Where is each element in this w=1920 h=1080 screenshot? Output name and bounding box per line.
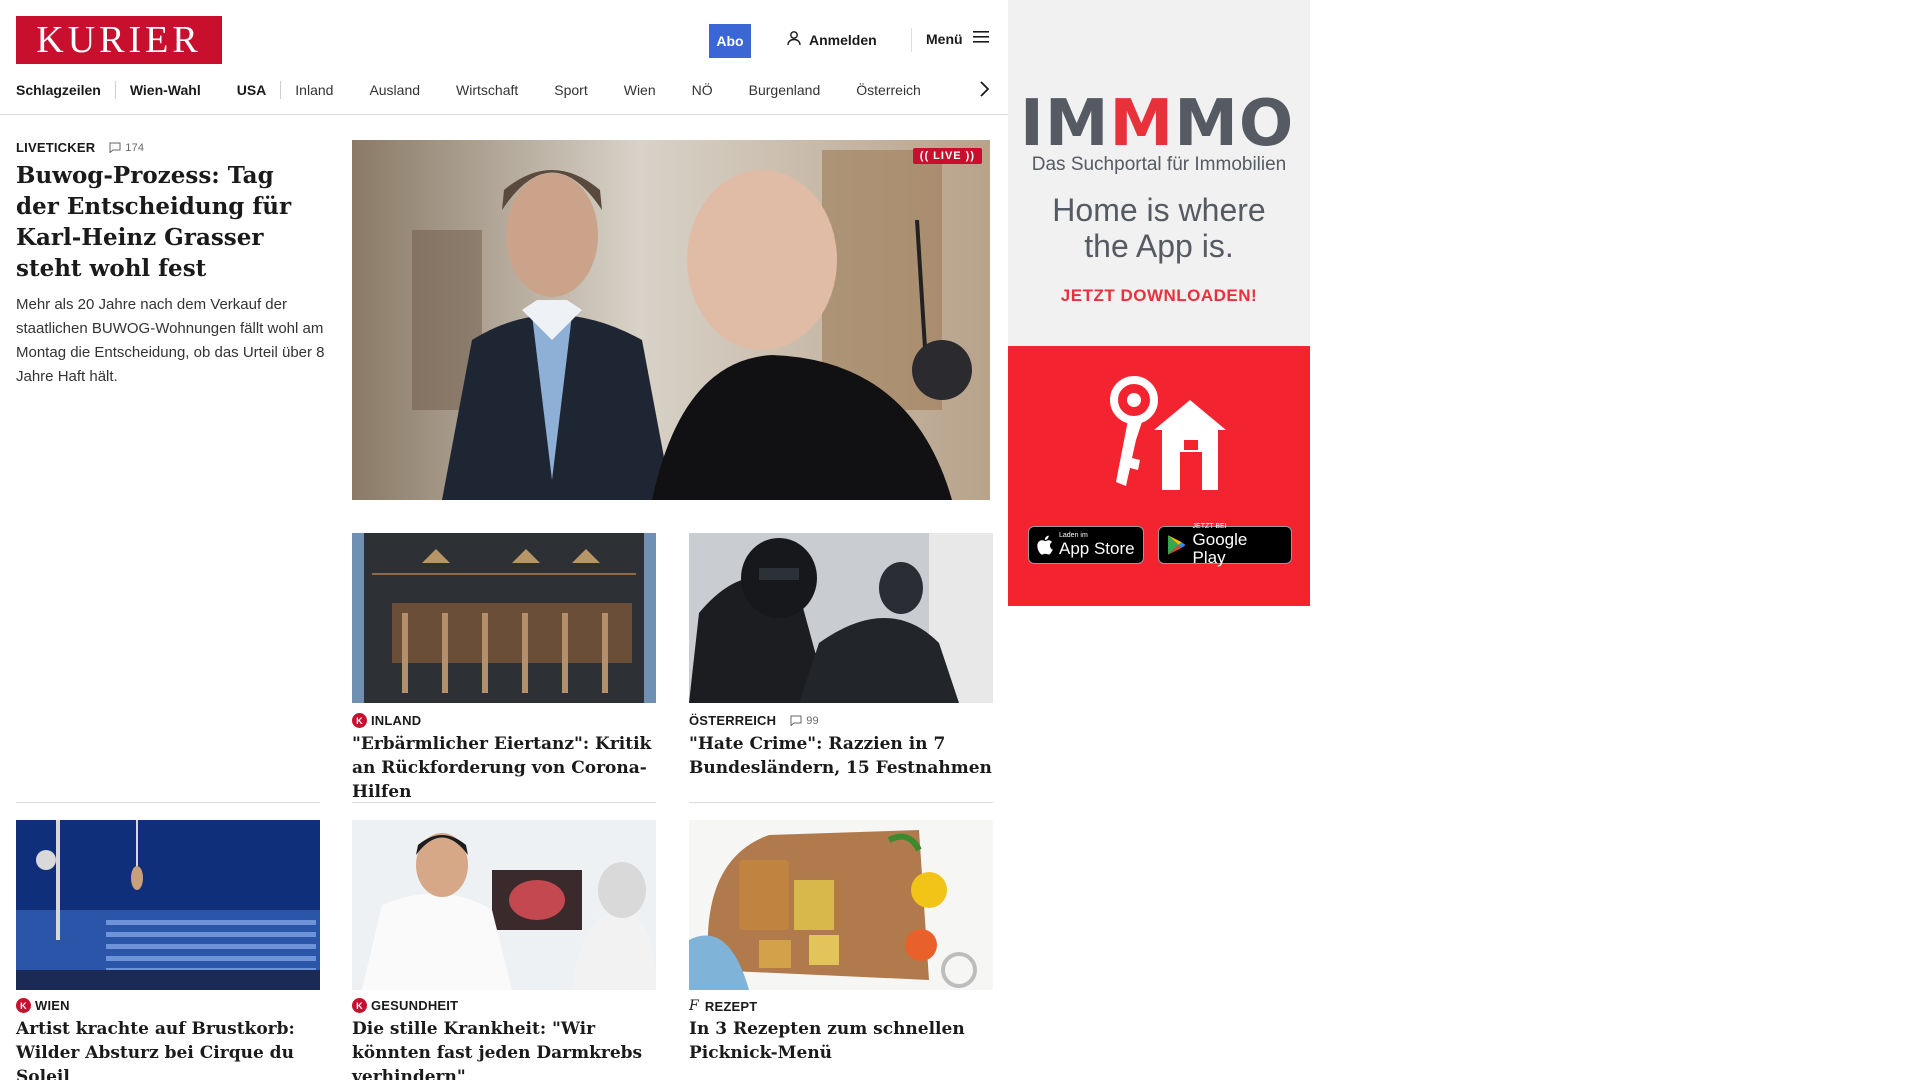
lead-kicker-label: LIVETICKER [16,140,96,155]
ad-top-panel: IMMMO Das Suchportal für Immobilien Home… [1008,0,1310,346]
card-kicker-label: ÖSTERREICH [689,713,777,728]
kurier-logo[interactable]: KURIER [16,16,222,64]
card-kicker-inland: K INLAND [352,713,421,728]
freizeit-icon: f [689,998,699,1014]
card-headline-gesundheit[interactable]: Die stille Krankheit: "Wir könnten fast … [352,1017,662,1080]
app-store-button[interactable]: Laden im App Store [1028,526,1144,564]
card-headline-wien[interactable]: Artist krachte auf Brustkorb: Wilder Abs… [16,1017,326,1080]
card-image-rezept[interactable] [689,820,993,990]
header-divider [911,28,912,52]
google-play-icon [1167,535,1186,555]
kurier-plus-icon: K [352,713,367,728]
login-label: Anmelden [809,31,877,48]
nav-item-burgenland[interactable]: Burgenland [749,82,821,98]
ad-claim-line: the App is. [1084,228,1234,264]
card-kicker-label: WIEN [35,998,70,1013]
card-headline-inland[interactable]: "Erbärmlicher Eiertanz": Kritik an Rückf… [352,732,662,804]
lead-comment-count: 174 [125,141,145,154]
live-badge: (( LIVE )) [912,148,982,164]
ad-subtitle: Das Suchportal für Immobilien [1031,154,1287,175]
nav-item-wien-wahl[interactable]: Wien-Wahl [130,82,201,98]
user-icon [786,30,802,49]
row-divider [689,802,993,803]
google-play-button[interactable]: JETZT BEI Google Play [1158,523,1292,567]
nav-item-ausland[interactable]: Ausland [369,82,420,98]
section-nav: Schlagzeilen Wien-Wahl USA Inland Auslan… [16,80,921,100]
row-divider [16,802,320,803]
abo-button[interactable]: Abo [709,24,751,58]
immmo-logo-part: M [1109,87,1175,161]
login-button[interactable]: Anmelden [786,30,877,49]
immmo-advertisement[interactable]: IMMMO Das Suchportal für Immobilien Home… [1008,0,1310,606]
ad-bottom-panel: Laden im App Store JETZT BEI Google Play [1008,346,1310,606]
ad-claim: Home is where the App is. [1008,192,1310,264]
lead-headline[interactable]: Buwog-Prozess: Tag der Entscheidung für … [16,160,316,284]
google-play-big: Google Play [1192,530,1248,567]
nav-item-wirtschaft[interactable]: Wirtschaft [456,82,518,98]
ad-claim-line: Home is where [1052,192,1266,228]
card-kicker-label: REZEPT [704,998,758,1014]
nav-item-sport[interactable]: Sport [554,82,587,98]
card-kicker-oesterreich: ÖSTERREICH 99 [689,713,819,728]
nav-item-schlagzeilen[interactable]: Schlagzeilen [16,82,101,98]
card-kicker-rezept: f REZEPT [689,998,757,1014]
card-comment-count: 99 [806,714,819,727]
comment-icon [790,715,802,726]
immmo-logo-part: IM [1020,87,1110,161]
card-kicker-gesundheit: K GESUNDHEIT [352,998,458,1013]
lead-kicker: LIVETICKER 174 [16,140,144,155]
card-kicker-label: GESUNDHEIT [371,998,459,1013]
ad-download-cta[interactable]: JETZT DOWNLOADEN! [1008,286,1310,306]
card-comments-oesterreich[interactable]: 99 [790,715,819,727]
nav-item-inland[interactable]: Inland [295,82,333,98]
card-image-oesterreich[interactable] [689,533,993,703]
card-image-wien[interactable] [16,820,320,990]
apple-icon [1037,535,1053,555]
hamburger-icon [972,30,989,47]
comment-icon [109,142,121,153]
card-kicker-label: INLAND [371,713,422,728]
lead-image[interactable]: (( LIVE )) [352,140,990,500]
nav-item-usa[interactable]: USA [237,82,267,98]
nav-next-arrow[interactable] [975,78,993,100]
card-kicker-wien: K WIEN [16,998,70,1013]
app-store-big: App Store [1059,539,1135,558]
site-header: KURIER Abo Anmelden Menü Schlagzeilen Wi… [0,0,1008,115]
nav-item-noe[interactable]: NÖ [692,82,713,98]
menu-label: Menü [926,30,963,47]
card-headline-rezept[interactable]: In 3 Rezepten zum schnellen Picknick-Men… [689,1017,999,1065]
menu-button[interactable]: Menü [926,30,989,47]
nav-divider [114,81,116,99]
immmo-logo: IMMMO [1020,92,1294,156]
immmo-logo-part: MO [1174,87,1295,161]
card-image-gesundheit[interactable] [352,820,656,990]
lead-teaser: Mehr als 20 Jahre nach dem Verkauf der s… [16,296,325,385]
card-headline-oesterreich[interactable]: "Hate Crime": Razzien in 7 Bundesländern… [689,732,999,780]
kurier-plus-icon: K [16,998,31,1013]
nav-item-wien[interactable]: Wien [624,82,656,98]
nav-divider [280,81,282,99]
row-divider [352,802,656,803]
card-image-inland[interactable] [352,533,656,703]
kurier-plus-icon: K [352,998,367,1013]
lead-comments[interactable]: 174 [109,142,144,154]
nav-item-oesterreich[interactable]: Österreich [856,82,921,98]
chevron-right-icon [980,81,989,97]
house-key-icon [1094,370,1226,499]
